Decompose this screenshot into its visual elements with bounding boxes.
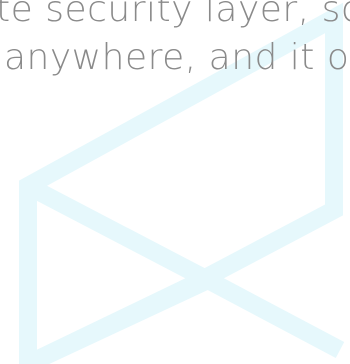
page-fragment: te security layer, so anywhere, and it o…: [0, 0, 350, 364]
body-text-line: te security layer, so: [0, 0, 350, 30]
body-text-line: anywhere, and it onl: [4, 37, 350, 78]
